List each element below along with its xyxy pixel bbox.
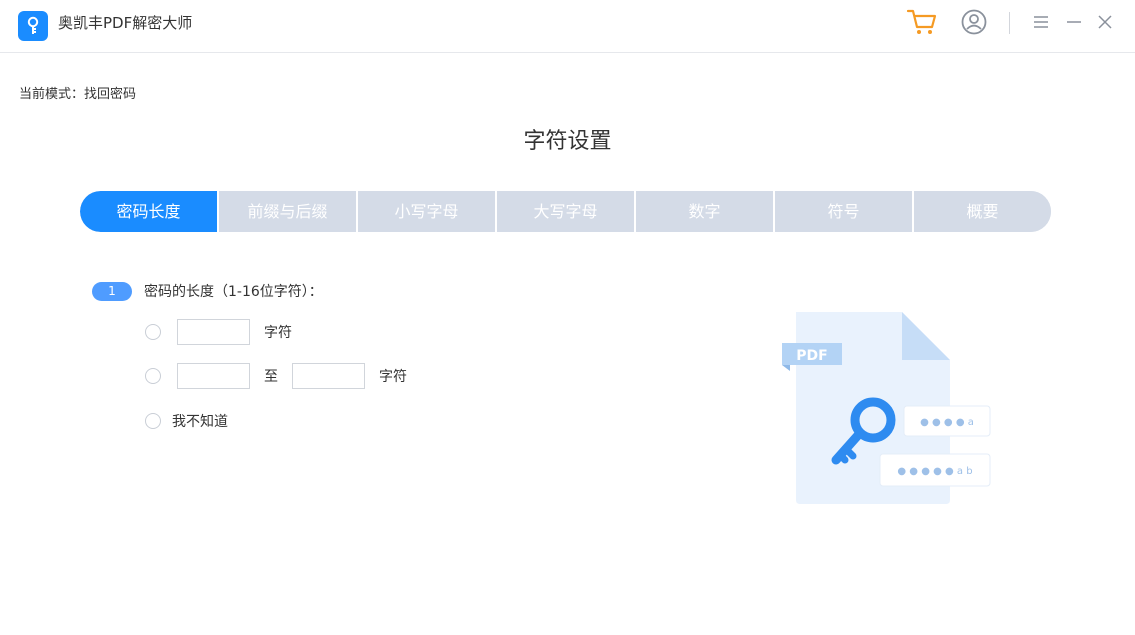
exact-length-unit: 字符: [264, 325, 292, 341]
range-to-input[interactable]: [292, 363, 365, 389]
mode-value: 找回密码: [84, 87, 137, 102]
exact-length-option: 字符: [145, 319, 292, 345]
title-bar: 奥凯丰PDF解密大师: [0, 0, 1135, 53]
range-length-option: 至 字符: [145, 363, 407, 389]
tab-summary[interactable]: 概要: [914, 191, 1051, 232]
current-mode: 当前模式：找回密码: [19, 86, 136, 104]
menu-icon[interactable]: [1032, 9, 1050, 35]
step-number-badge: 1: [92, 281, 132, 301]
close-icon[interactable]: [1096, 9, 1114, 35]
tab-symbols[interactable]: 符号: [775, 191, 914, 232]
pdf-key-illustration: PDF ● ● ● ● a ● ● ● ● ● a b: [782, 312, 991, 504]
key-icon: [18, 11, 48, 41]
app-title: 奥凯丰PDF解密大师: [58, 14, 193, 32]
exact-length-input[interactable]: [177, 319, 250, 345]
svg-text:● ● ● ● ● a b: ● ● ● ● ● a b: [897, 466, 972, 477]
step-heading: 1 密码的长度（1-16位字符）：: [92, 281, 323, 301]
password-card-1: ● ● ● ● a: [903, 405, 991, 437]
tab-uppercase[interactable]: 大写字母: [497, 191, 636, 232]
unknown-length-label: 我不知道: [172, 414, 228, 430]
section-title: 字符设置: [523, 129, 612, 154]
tab-bar: 密码长度 前缀与后缀 小写字母 大写字母 数字 符号 概要: [80, 191, 1051, 232]
password-card-2: ● ● ● ● ● a b: [879, 453, 991, 487]
tab-digits[interactable]: 数字: [636, 191, 775, 232]
mode-prefix: 当前模式：: [19, 87, 85, 102]
user-icon[interactable]: [960, 9, 988, 35]
titlebar-divider: [1009, 12, 1010, 34]
tab-lowercase[interactable]: 小写字母: [358, 191, 497, 232]
range-to-label: 至: [264, 369, 278, 385]
pdf-badge-text: PDF: [796, 348, 827, 364]
exact-length-radio[interactable]: [145, 324, 161, 340]
unknown-length-option: 我不知道: [145, 411, 228, 431]
unknown-length-radio[interactable]: [145, 413, 161, 429]
range-unit: 字符: [379, 369, 407, 385]
range-from-input[interactable]: [177, 363, 250, 389]
svg-text:● ● ● ● a: ● ● ● ● a: [920, 417, 974, 428]
tab-prefix-suffix[interactable]: 前缀与后缀: [219, 191, 358, 232]
tab-password-length[interactable]: 密码长度: [80, 191, 219, 232]
range-length-radio[interactable]: [145, 368, 161, 384]
cart-icon[interactable]: [906, 9, 938, 35]
minimize-icon[interactable]: [1066, 9, 1082, 35]
step-label: 密码的长度（1-16位字符）：: [144, 284, 323, 300]
